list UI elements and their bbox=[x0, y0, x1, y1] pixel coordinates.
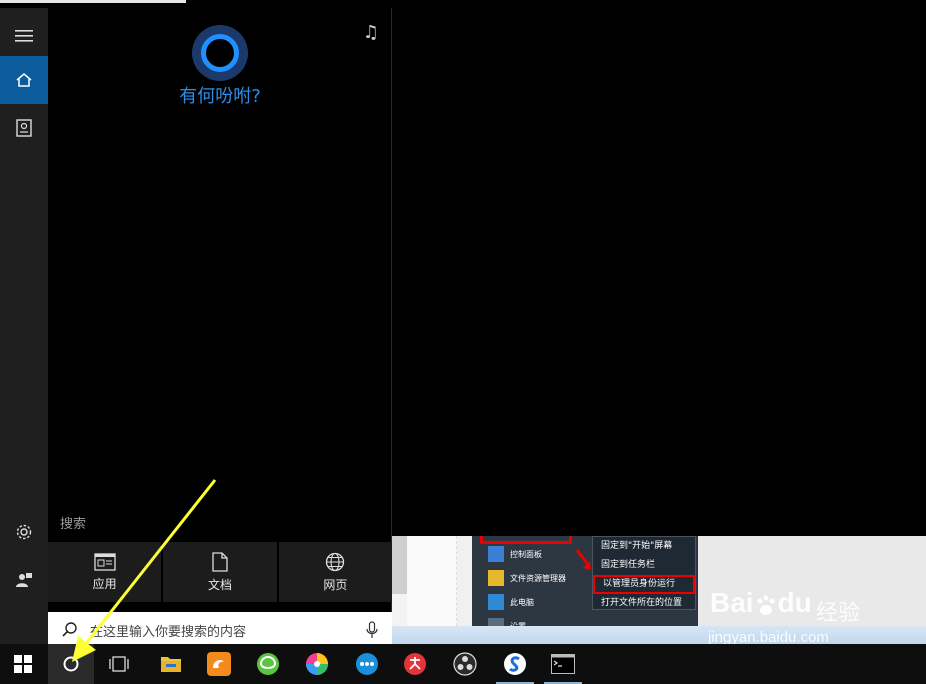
settings-button[interactable] bbox=[0, 508, 48, 556]
task-view-button[interactable] bbox=[96, 644, 142, 684]
taskbar-xiu-app[interactable] bbox=[392, 644, 438, 684]
notebook-button[interactable] bbox=[0, 104, 48, 152]
cortana-button[interactable] bbox=[48, 644, 94, 684]
feedback-button[interactable] bbox=[0, 556, 48, 604]
baidu-watermark: Bai du 经验 jingyan.baidu.com bbox=[706, 585, 906, 646]
search-icon bbox=[62, 622, 77, 637]
search-section-label: 搜索 bbox=[60, 517, 87, 532]
control-panel-icon bbox=[488, 546, 504, 562]
taskbar-command-prompt[interactable] bbox=[540, 644, 586, 684]
file-explorer-icon bbox=[488, 570, 504, 586]
filter-apps[interactable]: 应用 bbox=[48, 542, 162, 602]
embed-grey-column bbox=[392, 536, 407, 594]
embed-list-item: 此电脑 bbox=[488, 592, 534, 612]
cortana-panel: 有何吩咐? ♫ 搜索 应用 文档 网页 在这里输入你要搜索的内容 bbox=[48, 8, 392, 648]
taskbar-pinwheel-app[interactable] bbox=[294, 644, 340, 684]
embed-menu-item: 固定到任务栏 bbox=[601, 560, 656, 570]
home-button[interactable] bbox=[0, 56, 48, 104]
notebook-icon bbox=[16, 119, 32, 137]
embed-white-area bbox=[407, 536, 457, 626]
cortana-rail bbox=[0, 8, 48, 644]
sogou-browser-icon bbox=[504, 653, 526, 675]
taskbar bbox=[0, 644, 926, 684]
microphone-icon[interactable] bbox=[366, 621, 378, 639]
pinwheel-app-icon bbox=[306, 653, 328, 675]
menu-icon bbox=[15, 30, 33, 42]
start-icon bbox=[14, 655, 32, 673]
taskbar-chat-app[interactable] bbox=[344, 644, 390, 684]
cortana-greeting: 有何吩咐? bbox=[179, 86, 261, 107]
globe-icon bbox=[326, 552, 345, 571]
embed-list-label: 控制面板 bbox=[510, 549, 542, 559]
embed-list-item: 文件资源管理器 bbox=[488, 568, 566, 588]
360-browser-icon bbox=[257, 653, 279, 675]
search-filters: 应用 文档 网页 bbox=[48, 542, 392, 602]
watermark-brand: Bai du bbox=[710, 587, 812, 618]
filter-apps-label: 应用 bbox=[92, 576, 117, 591]
embed-list-label: 文件资源管理器 bbox=[510, 573, 566, 583]
chat-app-icon bbox=[356, 653, 378, 675]
settings-icon bbox=[16, 524, 32, 540]
task-view-icon bbox=[109, 656, 129, 672]
filter-documents-label: 文档 bbox=[207, 577, 232, 592]
start-button[interactable] bbox=[0, 644, 46, 684]
cortana-ring-icon bbox=[201, 34, 239, 72]
search-input[interactable]: 在这里输入你要搜索的内容 bbox=[90, 621, 366, 640]
file-explorer-icon bbox=[161, 657, 181, 672]
taskbar-file-explorer[interactable] bbox=[148, 644, 194, 684]
watermark-cn: 经验 bbox=[816, 601, 861, 626]
window-edge-strip bbox=[0, 0, 186, 3]
filter-web[interactable]: 网页 bbox=[278, 542, 392, 602]
command-prompt-icon bbox=[551, 654, 575, 674]
search-box[interactable]: 在这里输入你要搜索的内容 bbox=[48, 612, 392, 648]
filter-web-label: 网页 bbox=[323, 577, 348, 592]
uc-browser-icon bbox=[207, 652, 231, 676]
music-note-icon[interactable]: ♫ bbox=[363, 22, 379, 43]
red-arrow-annotation bbox=[575, 549, 591, 570]
embed-menu-item: 打开文件所在的位置 bbox=[601, 598, 683, 608]
menu-button[interactable] bbox=[0, 12, 48, 60]
feedback-icon bbox=[16, 573, 32, 587]
this-pc-icon bbox=[488, 594, 504, 610]
taskbar-uc-browser[interactable] bbox=[196, 644, 242, 684]
cortana-icon bbox=[63, 656, 79, 672]
document-icon bbox=[212, 551, 228, 572]
embed-red-highlight-top bbox=[480, 536, 572, 544]
embed-light-panel bbox=[457, 536, 472, 626]
taskbar-sogou-browser[interactable] bbox=[492, 644, 538, 684]
taskbar-360-browser[interactable] bbox=[245, 644, 291, 684]
xiu-app-icon bbox=[404, 653, 426, 675]
embed-context-menu: 固定到"开始"屏幕 固定到任务栏 以管理员身份运行 打开文件所在的位置 bbox=[592, 536, 696, 610]
obs-icon bbox=[453, 652, 477, 676]
apps-icon bbox=[94, 552, 116, 571]
embed-list-item: 控制面板 bbox=[488, 544, 542, 564]
cortana-logo[interactable] bbox=[192, 25, 248, 81]
embed-list-label: 此电脑 bbox=[510, 597, 534, 607]
filter-documents[interactable]: 文档 bbox=[163, 542, 277, 602]
taskbar-obs[interactable] bbox=[442, 644, 488, 684]
home-icon bbox=[16, 73, 32, 87]
embed-menu-item: 固定到"开始"屏幕 bbox=[601, 541, 673, 551]
paw-icon bbox=[754, 593, 778, 617]
embed-menu-item-highlighted: 以管理员身份运行 bbox=[593, 575, 695, 594]
